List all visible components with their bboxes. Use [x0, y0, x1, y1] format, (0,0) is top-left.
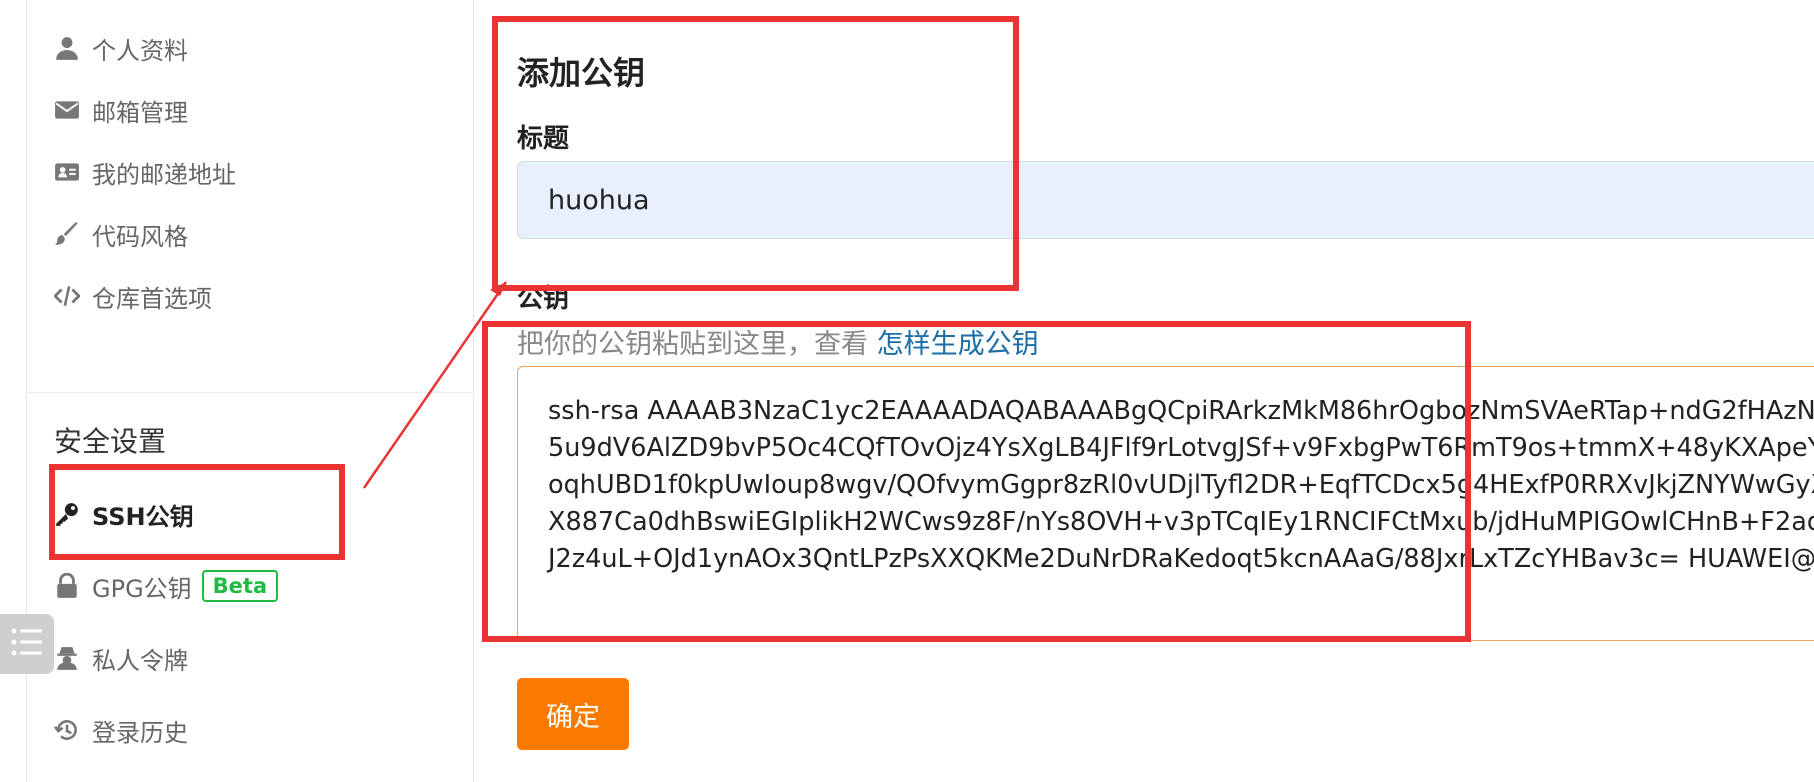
sidebar-item-label: 代码风格 — [92, 222, 188, 251]
key-text-line: X887Ca0dhBswiEGIplikH2WCws9z8F/nYs8OVH+v… — [548, 507, 1814, 537]
sidebar-item-label: 登录历史 — [92, 718, 188, 747]
history-icon — [54, 717, 80, 743]
sidebar-item-repo-preferences[interactable]: 仓库首选项 — [54, 276, 212, 316]
sidebar-item-label: 我的邮递地址 — [92, 160, 236, 189]
list-icon — [11, 627, 43, 661]
title-label: 标题 — [517, 124, 570, 154]
title-input[interactable]: huohua — [517, 161, 1814, 239]
sidebar-item-label: SSH公钥 — [92, 502, 194, 531]
sidebar-item-code-style[interactable]: 代码风格 — [54, 214, 188, 254]
key-text-line: J2z4uL+OJd1ynAOx3QntLPzPsXXQKMe2DuNrDRaK… — [548, 544, 1814, 574]
sidebar-item-profile[interactable]: 个人资料 — [54, 28, 188, 68]
key-hint-text: 把你的公钥粘贴到这里，查看 — [517, 329, 868, 360]
form-title: 添加公钥 — [517, 54, 646, 92]
key-text-line: ssh-rsa AAAAB3NzaC1yc2EAAAADAQABAAABgQCp… — [548, 396, 1814, 426]
security-section-title: 安全设置 — [54, 425, 167, 458]
lock-icon — [54, 573, 80, 599]
public-key-textarea[interactable]: ssh-rsa AAAAB3NzaC1yc2EAAAADAQABAAABgQCp… — [517, 366, 1814, 641]
paint-brush-icon — [54, 221, 80, 247]
code-icon — [54, 283, 80, 309]
title-input-value: huohua — [548, 184, 650, 216]
sidebar-item-address[interactable]: 我的邮递地址 — [54, 152, 236, 192]
envelope-icon — [54, 97, 80, 123]
sidebar-item-ssh-keys[interactable]: SSH公钥 — [54, 494, 194, 534]
sidebar-item-login-history[interactable]: 登录历史 — [54, 710, 188, 750]
how-to-generate-key-link[interactable]: 怎样生成公钥 — [877, 329, 1039, 360]
sidebar-item-email[interactable]: 邮箱管理 — [54, 90, 188, 130]
sidebar-item-label: 私人令牌 — [92, 646, 188, 675]
sidebar-item-label: 邮箱管理 — [92, 98, 188, 127]
sidebar-item-label: 个人资料 — [92, 36, 188, 65]
beta-badge: Beta — [201, 570, 279, 602]
sidebar-item-label: 仓库首选项 — [92, 284, 212, 313]
key-text-line: oqhUBD1f0kpUwIoup8wgv/QOfvymGgpr8zRl0vUD… — [548, 470, 1814, 500]
address-card-icon — [54, 159, 80, 185]
key-icon — [54, 501, 80, 527]
add-key-form: 添加公钥 标题 huohua 公钥 把你的公钥粘贴到这里，查看 怎样生成公钥 s… — [474, 0, 1814, 782]
user-secret-icon — [54, 645, 80, 671]
key-hint: 把你的公钥粘贴到这里，查看 怎样生成公钥 — [517, 322, 1039, 361]
sidebar-divider — [27, 392, 473, 393]
key-text-line: 5u9dV6AlZD9bvP5Oc4CQfTOvOjz4YsXgLB4JFlf9… — [548, 433, 1814, 463]
sidebar-item-label: GPG公钥 — [92, 574, 192, 603]
user-icon — [54, 35, 80, 61]
key-label: 公钥 — [517, 284, 570, 314]
toc-toggle-button[interactable] — [0, 614, 54, 674]
confirm-button[interactable]: 确定 — [517, 678, 629, 750]
page: 个人资料 邮箱管理 我的邮递地址 代码风格 仓库首选项 安全设置 SSH公钥 G… — [0, 0, 1814, 782]
sidebar-item-access-tokens[interactable]: 私人令牌 — [54, 638, 188, 678]
sidebar-item-gpg-keys[interactable]: GPG公钥 Beta — [54, 566, 279, 606]
settings-sidebar: 个人资料 邮箱管理 我的邮递地址 代码风格 仓库首选项 安全设置 SSH公钥 G… — [26, 0, 474, 782]
